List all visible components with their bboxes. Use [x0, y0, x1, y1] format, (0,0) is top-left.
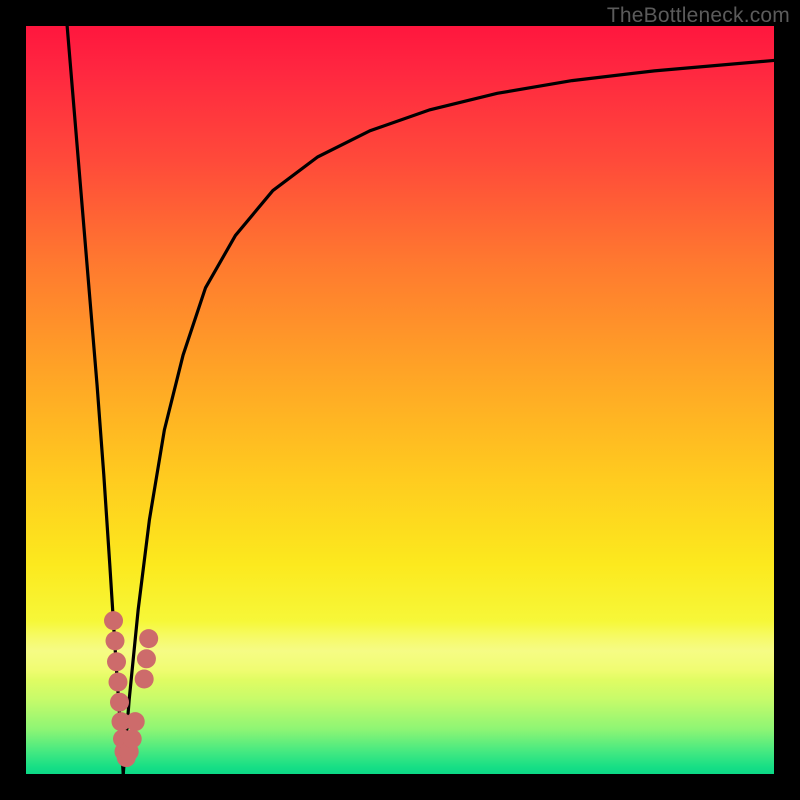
- data-dot: [139, 629, 158, 648]
- data-dot: [137, 649, 156, 668]
- curve-right-branch: [123, 60, 774, 774]
- data-dot: [109, 673, 128, 692]
- data-dot: [126, 712, 145, 731]
- plot-area: [26, 26, 774, 774]
- data-dot: [107, 652, 126, 671]
- data-dot: [123, 729, 142, 748]
- watermark-text: TheBottleneck.com: [607, 4, 790, 28]
- data-dot: [106, 631, 125, 650]
- data-dot: [135, 670, 154, 689]
- bottleneck-curve: [26, 26, 774, 774]
- chart-frame: TheBottleneck.com: [0, 0, 800, 800]
- data-dot: [110, 693, 129, 712]
- data-dot: [104, 611, 123, 630]
